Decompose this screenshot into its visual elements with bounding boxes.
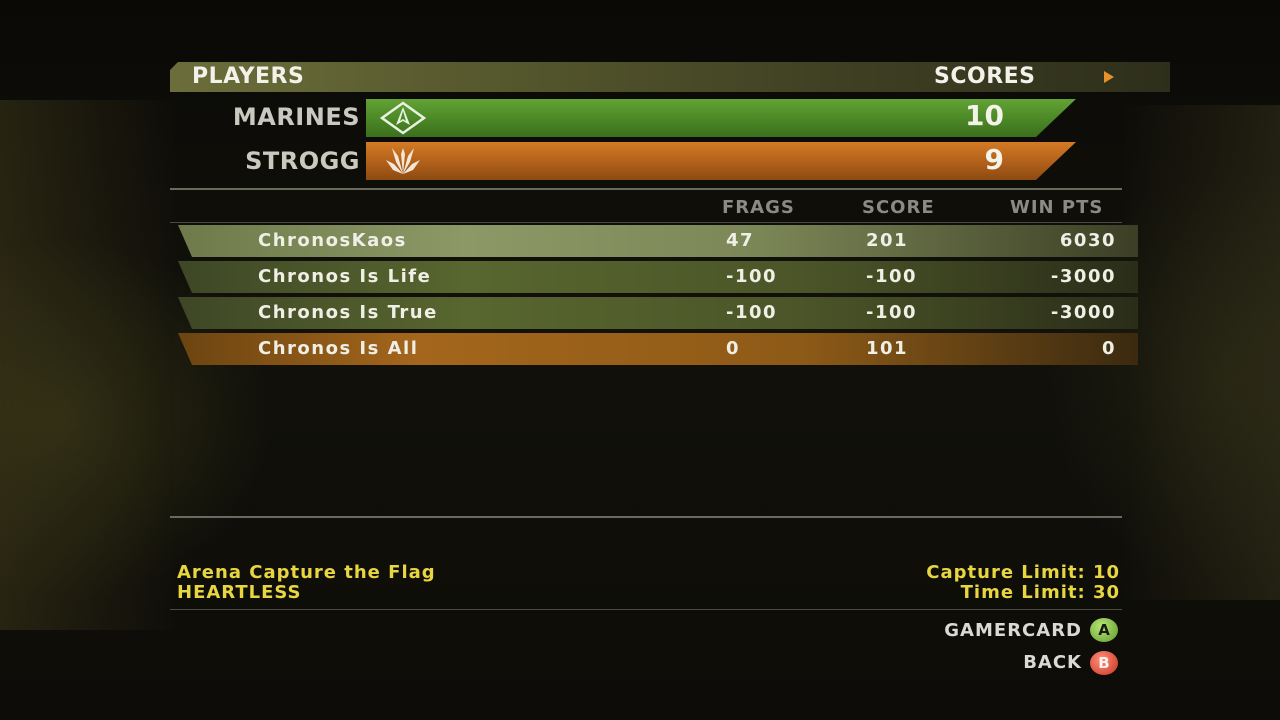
player-name: Chronos Is Life [258,266,432,287]
player-name: Chronos Is True [258,302,438,323]
player-score: -100 [866,302,918,323]
strogg-emblem-icon [386,148,420,174]
column-header-win-pts: WIN PTS [1010,197,1104,218]
player-win-pts: -3000 [1050,302,1116,323]
scores-tab[interactable]: SCORES [934,62,1036,92]
team-name-strogg: STROGG [245,147,360,175]
player-score: 201 [866,230,909,251]
team-score-marines: 10 [965,99,1004,132]
player-win-pts: 6030 [1059,230,1116,251]
back-prompt[interactable]: BACK [1023,652,1082,673]
game-mode-label: Arena Capture the Flag [177,562,436,583]
player-frags: -100 [726,266,778,287]
player-name: Chronos Is All [258,338,419,359]
player-name: ChronosKaos [258,230,407,251]
column-header-frags: FRAGS [722,197,795,218]
marines-emblem-icon [380,101,426,135]
player-frags: -100 [726,302,778,323]
player-frags: 0 [726,338,741,359]
divider [170,609,1122,610]
column-header-score: SCORE [862,197,935,218]
players-header: PLAYERS [192,64,305,89]
player-score: -100 [866,266,918,287]
player-row[interactable]: Chronos Is All 0 101 0 [178,333,1138,365]
b-button-icon[interactable]: B [1090,651,1118,675]
player-win-pts: 0 [1101,338,1116,359]
map-name-label: HEARTLESS [177,582,302,603]
divider [170,188,1122,190]
team-name-marines: MARINES [232,103,360,131]
player-frags: 47 [726,230,755,251]
capture-limit-label: Capture Limit: 10 [926,562,1120,583]
team-score-strogg: 9 [984,143,1004,176]
background-panel-right [1125,105,1280,600]
scoreboard-screen: PLAYERS SCORES MARINES 10 STROGG 9 FRAGS… [0,0,1280,720]
player-row[interactable]: Chronos Is True -100 -100 -3000 [178,297,1138,329]
divider [170,516,1122,518]
divider [170,222,1122,223]
player-row[interactable]: Chronos Is Life -100 -100 -3000 [178,261,1138,293]
player-score: 101 [866,338,909,359]
player-win-pts: -3000 [1050,266,1116,287]
background-panel-left [0,100,175,630]
player-row[interactable]: ChronosKaos 47 201 6030 [178,225,1138,257]
arrow-right-icon[interactable] [1104,71,1114,83]
time-limit-label: Time Limit: 30 [960,582,1120,603]
gamercard-prompt[interactable]: GAMERCARD [944,620,1082,641]
a-button-icon[interactable]: A [1090,618,1118,642]
